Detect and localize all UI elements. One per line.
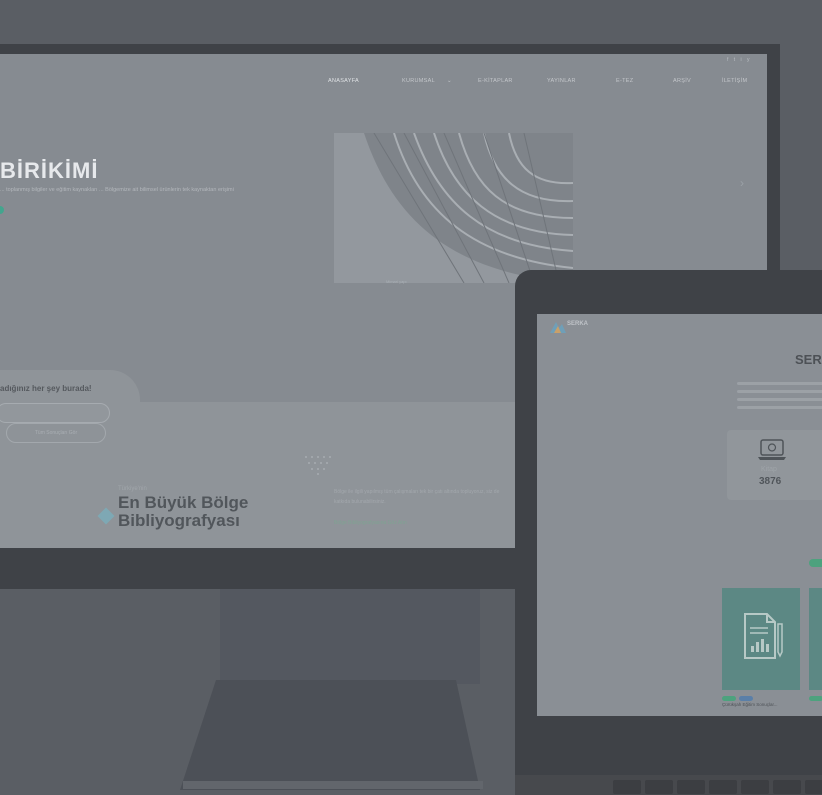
nav-item-publications[interactable]: YAYINLAR — [547, 78, 576, 84]
keyboard-key — [677, 780, 705, 794]
main-navbar: f t i y ANASAYFA KURUMSAL ⌄ E-KİTAPLAR Y… — [0, 54, 767, 106]
keyboard-key — [709, 780, 737, 794]
hero-slider-dot[interactable] — [0, 206, 4, 214]
search-heading: adığınız her şey burada! — [0, 384, 92, 393]
hero-subtitle: ... toplanmış bilgiler ve eğitim kaynakl… — [0, 187, 234, 193]
chevron-down-icon[interactable]: ⌄ — [447, 78, 452, 84]
text-line — [737, 406, 822, 409]
stat-card-label: Kitap — [761, 466, 777, 473]
document-chart-icon — [744, 613, 783, 659]
document-card-title: Çürükşah Eğitim Sonuçlar... — [722, 702, 778, 707]
keyboard-key — [741, 780, 769, 794]
keyboard-key — [805, 780, 822, 794]
tag-badge — [739, 696, 753, 701]
bibliography-link[interactable]: Bölge Bibliyografyasına Göz Atın — [334, 520, 407, 526]
search-input[interactable] — [0, 403, 110, 423]
nav-item-contact[interactable]: İLETİŞİM — [722, 78, 747, 84]
laptop: SERKA SER Kitap 3876 P — [515, 270, 822, 795]
logo-text[interactable]: SERKA — [567, 321, 588, 327]
dots-pattern-icon — [305, 456, 331, 475]
bibliography-title-line2: Bibliyografyası — [118, 511, 240, 530]
nav-item-ethesis[interactable]: E-TEZ — [616, 78, 633, 84]
monitor-stand-neck — [220, 589, 480, 684]
nav-item-archive[interactable]: ARŞİV — [673, 78, 691, 84]
nav-item-ebooks[interactable]: E-KİTAPLAR — [478, 78, 513, 84]
laptop-page-heading: SER — [795, 352, 822, 367]
social-icons[interactable]: f t i y — [727, 57, 752, 63]
monitor-stand-lip — [183, 781, 483, 789]
tag-badge — [809, 696, 822, 701]
architecture-illustration — [334, 133, 573, 283]
text-line — [737, 390, 822, 393]
tag-badge — [722, 696, 736, 701]
bibliography-description: Bölge ile ilgili yapılmış tüm çalışmalar… — [334, 489, 500, 505]
bibliography-title-line1: En Büyük Bölge — [118, 493, 249, 512]
nav-item-home[interactable]: ANASAYFA — [328, 78, 359, 84]
nav-item-corporate[interactable]: KURUMSAL — [402, 78, 435, 84]
filter-pill[interactable] — [809, 559, 822, 567]
bibliography-title: En Büyük Bölge Bibliyografyası — [118, 494, 248, 530]
keyboard-key — [645, 780, 673, 794]
monitor-stand-base — [180, 680, 480, 790]
chevron-right-icon[interactable]: › — [740, 176, 744, 190]
document-card[interactable] — [809, 588, 822, 690]
search-submit-button[interactable]: Tüm Sonuçları Gör — [6, 423, 106, 443]
text-line — [737, 398, 822, 401]
hero-photo-caption: Mimari yapı — [386, 279, 407, 284]
text-line — [737, 382, 822, 385]
hero-title: BİRİKİMİ — [0, 158, 99, 183]
serka-logo-icon[interactable] — [549, 320, 567, 334]
laptop-icon — [758, 439, 786, 460]
stat-card-value: 3876 — [759, 476, 782, 487]
bibliography-eyebrow: Türkiye'nin — [118, 486, 147, 492]
laptop-website-screen: SERKA SER Kitap 3876 P — [537, 314, 822, 716]
hero-architecture-photo — [334, 133, 573, 283]
keyboard-key — [773, 780, 801, 794]
keyboard-key — [613, 780, 641, 794]
